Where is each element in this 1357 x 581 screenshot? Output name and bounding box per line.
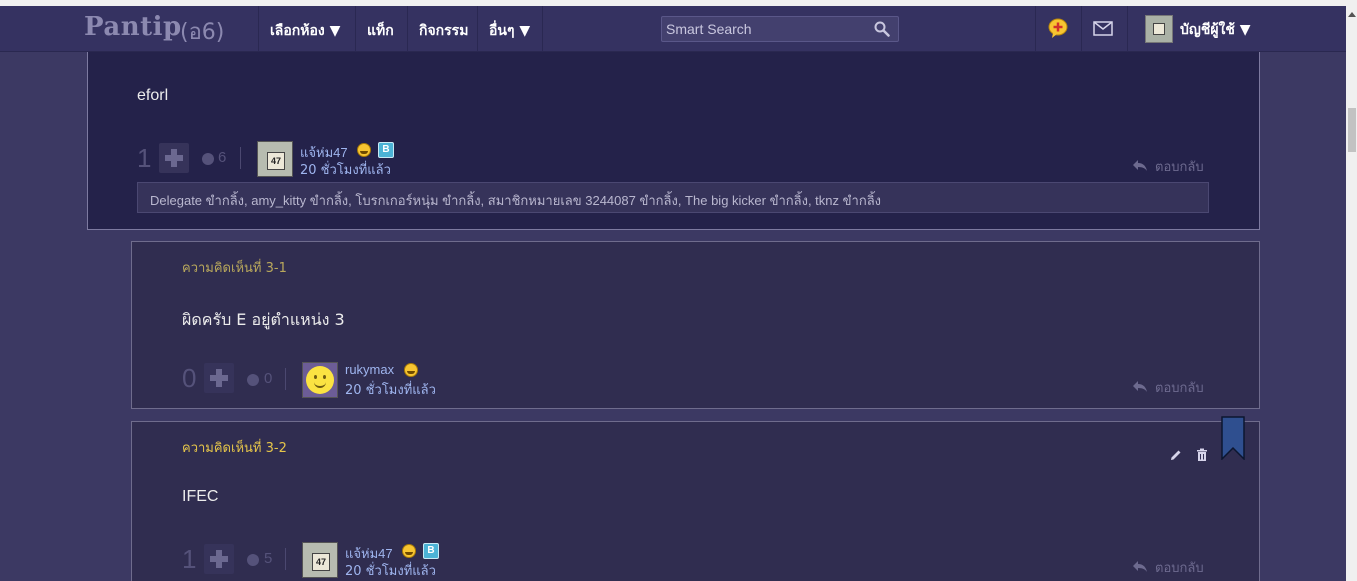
laugh-emoji-icon (357, 143, 371, 157)
nav-divider (1081, 6, 1082, 52)
nav-divider (1035, 6, 1036, 52)
reply-body: ผิดครับ E อยู่ตำแหน่ง 3 (182, 310, 345, 329)
nav-divider (1127, 6, 1128, 52)
search-input[interactable]: Smart Search (661, 16, 899, 42)
reply-body: IFEC (182, 488, 219, 505)
emotion-count: 6 (218, 149, 227, 166)
emotion-list-text: Delegate ขำกลิ้ง, amy_kitty ขำกลิ้ง, โบร… (150, 193, 882, 208)
search-placeholder: Smart Search (666, 21, 752, 37)
new-topic-icon[interactable] (1047, 17, 1069, 39)
avatar[interactable]: 47 (302, 542, 338, 578)
comment-timestamp: 20 ชั่วโมงที่แล้ว (300, 163, 391, 178)
avatar[interactable] (302, 362, 338, 398)
blog-badge-icon[interactable]: B (423, 543, 439, 559)
reply-card (131, 421, 1260, 581)
reply-icon[interactable] (1132, 379, 1148, 393)
account-menu[interactable]: บัญชีผู้ใช้ ▼ (1180, 19, 1251, 41)
vote-count: 1 (137, 143, 152, 173)
nav-divider (407, 6, 408, 52)
emotion-count: 0 (264, 370, 273, 387)
page-scrollbar[interactable] (1346, 6, 1357, 581)
blog-badge-icon[interactable]: B (378, 142, 394, 158)
nav-tags[interactable]: แท็ก (367, 20, 394, 42)
vote-plus-button[interactable] (204, 544, 234, 574)
reply-icon[interactable] (1132, 559, 1148, 573)
vote-plus-button[interactable] (159, 143, 189, 173)
reply-button[interactable]: ตอบกลับ (1155, 557, 1204, 578)
vote-divider (285, 368, 286, 390)
emotion-icon[interactable] (247, 554, 259, 566)
mail-icon[interactable] (1092, 17, 1114, 39)
nav-more[interactable]: อื่นๆ ▼ (489, 20, 530, 42)
vote-count: 0 (182, 363, 197, 393)
vote-divider (240, 147, 241, 169)
nav-divider (477, 6, 478, 52)
emotion-icon[interactable] (202, 153, 214, 165)
delete-icon[interactable] (1195, 448, 1209, 462)
comment-body: eforl (137, 87, 169, 104)
pantip-logo-mark: (อ6) (180, 20, 225, 45)
scrollbar-thumb[interactable] (1348, 108, 1356, 152)
laugh-emoji-icon (404, 363, 418, 377)
comment-timestamp: 20 ชั่วโมงที่แล้ว (345, 564, 436, 579)
emotion-list-box: Delegate ขำกลิ้ง, amy_kitty ขำกลิ้ง, โบร… (137, 182, 1209, 213)
nav-divider (542, 6, 543, 52)
vote-count: 1 (182, 544, 197, 574)
avatar[interactable]: 47 (257, 141, 293, 177)
pantip-logo[interactable]: Pantip (84, 12, 182, 42)
reply-number-label: ความคิดเห็นที่ 3-1 (182, 261, 287, 276)
edit-icon[interactable] (1169, 448, 1183, 462)
nav-activities[interactable]: กิจกรรม (419, 20, 468, 42)
smiley-icon (306, 366, 334, 394)
account-avatar[interactable] (1145, 15, 1173, 43)
top-navbar: Pantip (อ6) เลือกห้อง ▼ แท็ก กิจกรรม อื่… (0, 6, 1346, 52)
emotion-icon[interactable] (247, 374, 259, 386)
reply-icon[interactable] (1132, 158, 1148, 172)
vote-plus-button[interactable] (204, 363, 234, 393)
avatar-plate-number: 47 (267, 152, 285, 170)
bookmark-icon[interactable] (1221, 416, 1245, 460)
vote-divider (285, 548, 286, 570)
username-link[interactable]: rukymax (345, 362, 394, 377)
scroll-up-arrow-icon[interactable] (1348, 12, 1356, 17)
comment-timestamp: 20 ชั่วโมงที่แล้ว (345, 383, 436, 398)
nav-divider (355, 6, 356, 52)
nav-divider (258, 6, 259, 52)
emotion-count: 5 (264, 550, 273, 567)
reply-button[interactable]: ตอบกลับ (1155, 156, 1204, 177)
reply-button[interactable]: ตอบกลับ (1155, 377, 1204, 398)
search-icon[interactable] (874, 21, 890, 37)
laugh-emoji-icon (402, 544, 416, 558)
nav-select-room[interactable]: เลือกห้อง ▼ (270, 20, 340, 42)
reply-number-label: ความคิดเห็นที่ 3-2 (182, 441, 287, 456)
avatar-plate-number: 47 (312, 553, 330, 571)
